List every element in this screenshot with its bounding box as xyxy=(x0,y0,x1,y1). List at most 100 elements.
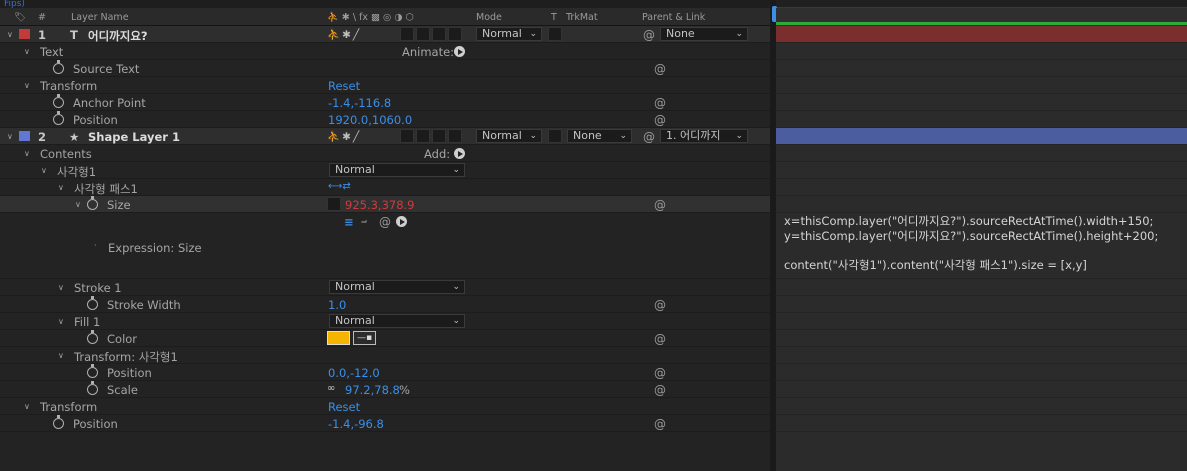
work-area-range[interactable] xyxy=(776,22,1187,25)
layer-switches-icons[interactable]: ⛹✱╱ xyxy=(327,130,361,143)
expand-twirl-icon[interactable]: ∨ xyxy=(58,317,64,326)
pickwhip-icon[interactable]: @ xyxy=(643,28,655,42)
layer-switches-icons[interactable]: ⛹✱╱ xyxy=(327,28,361,41)
expression-code[interactable]: x=thisComp.layer("어디까지요?").sourceRectAtT… xyxy=(784,214,1184,272)
switch-box[interactable] xyxy=(416,129,430,143)
expression-language-menu-icon[interactable] xyxy=(396,216,407,227)
pickwhip-icon[interactable]: @ xyxy=(654,417,666,431)
scale-value[interactable]: 97.2,78.8 xyxy=(345,383,400,397)
pickwhip-icon[interactable]: @ xyxy=(379,215,391,229)
expand-twirl-icon[interactable]: ∨ xyxy=(58,183,64,192)
expand-twirl-icon[interactable]: ∨ xyxy=(7,30,13,39)
path-direction-icons[interactable]: ⟷⇄ xyxy=(328,181,351,192)
label-color-swatch[interactable] xyxy=(19,131,30,141)
color-row[interactable]: Color —▪ @ xyxy=(0,330,770,347)
parent-dropdown[interactable]: None ⌄ xyxy=(660,27,748,41)
label-column-icon[interactable]: 🏷 xyxy=(14,12,26,23)
stroke-row[interactable]: ∨ Stroke 1 Normal ⌄ xyxy=(0,279,770,296)
position-value[interactable]: -1.4,-96.8 xyxy=(328,417,384,431)
expand-twirl-icon[interactable]: ∨ xyxy=(75,200,81,209)
eyedropper-icon[interactable]: —▪ xyxy=(353,331,376,345)
pickwhip-icon[interactable]: @ xyxy=(654,298,666,312)
position-value[interactable]: 1920.0,1060.0 xyxy=(328,113,412,127)
stopwatch-icon[interactable] xyxy=(87,330,98,346)
expand-twirl-icon[interactable]: ∨ xyxy=(24,402,30,411)
source-text-row[interactable]: Source Text @ xyxy=(0,60,770,77)
blend-mode-dropdown[interactable]: Normal ⌄ xyxy=(329,163,465,177)
position-rect-row[interactable]: Position 0.0,-12.0 @ xyxy=(0,364,770,381)
contents-row[interactable]: ∨ Contents Add: xyxy=(0,145,770,162)
animate-menu-icon[interactable] xyxy=(454,46,465,57)
pickwhip-icon[interactable]: @ xyxy=(654,366,666,380)
trkmat-box[interactable] xyxy=(548,27,562,41)
rect-path-row[interactable]: ∨ 사각형 패스1 ⟷⇄ xyxy=(0,179,770,196)
switches-column-icons[interactable]: ⛹ ✱ \ fx ▩ ◎ ◑ ⬡ xyxy=(327,12,414,23)
mode-dropdown[interactable]: Normal ⌄ xyxy=(476,129,542,143)
expand-twirl-icon[interactable]: ∨ xyxy=(24,81,30,90)
stopwatch-icon[interactable] xyxy=(87,196,98,212)
number-column[interactable]: # xyxy=(38,12,46,23)
parent-dropdown[interactable]: 1. 어디까지 ⌄ xyxy=(660,129,748,143)
rectangle-group-row[interactable]: ∨ 사각형1 Normal ⌄ xyxy=(0,162,770,179)
pickwhip-icon[interactable]: @ xyxy=(654,113,666,127)
expand-twirl-icon[interactable]: ∨ xyxy=(7,132,13,141)
blend-mode-dropdown[interactable]: Normal ⌄ xyxy=(329,280,465,294)
color-swatch[interactable] xyxy=(327,331,350,345)
expand-twirl-icon[interactable]: ∨ xyxy=(58,351,64,360)
add-menu-icon[interactable] xyxy=(454,148,465,159)
parent-link-column[interactable]: Parent & Link xyxy=(642,12,705,23)
switch-box[interactable] xyxy=(400,129,414,143)
stroke-width-row[interactable]: Stroke Width 1.0 @ xyxy=(0,296,770,313)
size-row[interactable]: ∨ Size 925.3,378.9 @ xyxy=(0,196,770,213)
stopwatch-icon[interactable] xyxy=(53,111,64,127)
mode-dropdown[interactable]: Normal ⌄ xyxy=(476,27,542,41)
reset-link[interactable]: Reset xyxy=(328,79,360,93)
transform-row-2[interactable]: ∨ Transform Reset xyxy=(0,398,770,415)
layer-2-duration-bar[interactable] xyxy=(776,128,1187,145)
switch-box[interactable] xyxy=(448,27,462,41)
scale-row[interactable]: Scale ∞ 97.2,78.8 % @ xyxy=(0,381,770,398)
layer-name-column[interactable]: Layer Name xyxy=(71,12,129,23)
size-value[interactable]: 925.3,378.9 xyxy=(345,198,415,212)
anchor-point-value[interactable]: -1.4,-116.8 xyxy=(328,96,391,110)
stopwatch-icon[interactable] xyxy=(53,60,64,76)
layer-row-1[interactable]: ∨ 1 T 어디까지요? ⛹✱╱ Normal ⌄ @ None ⌄ xyxy=(0,26,770,43)
layer-name[interactable]: 어디까지요? xyxy=(88,28,148,44)
stopwatch-icon[interactable] xyxy=(87,296,98,312)
pickwhip-icon[interactable]: @ xyxy=(654,332,666,346)
position-row-1[interactable]: Position 1920.0,1060.0 @ xyxy=(0,111,770,128)
pickwhip-icon[interactable]: @ xyxy=(654,96,666,110)
t-column[interactable]: T xyxy=(551,12,557,23)
switch-box[interactable] xyxy=(400,27,414,41)
stopwatch-icon[interactable] xyxy=(87,381,98,397)
expand-twirl-icon[interactable]: ∨ xyxy=(24,149,30,158)
trkmat-box[interactable] xyxy=(548,129,562,143)
switch-box[interactable] xyxy=(448,129,462,143)
expand-twirl-icon[interactable]: ∨ xyxy=(58,283,64,292)
reset-link[interactable]: Reset xyxy=(328,400,360,414)
switch-box[interactable] xyxy=(432,129,446,143)
mode-column[interactable]: Mode xyxy=(476,12,502,23)
fill-row[interactable]: ∨ Fill 1 Normal ⌄ xyxy=(0,313,770,330)
expand-twirl-icon[interactable]: ∨ xyxy=(24,47,30,56)
pickwhip-icon[interactable]: @ xyxy=(643,130,655,144)
transform-rect-row[interactable]: ∨ Transform: 사각형1 xyxy=(0,347,770,364)
expand-twirl-icon[interactable]: ∨ xyxy=(41,166,47,175)
anchor-point-row[interactable]: Anchor Point -1.4,-116.8 @ xyxy=(0,94,770,111)
trkmat-column[interactable]: TrkMat xyxy=(566,12,598,23)
trkmat-dropdown[interactable]: None ⌄ xyxy=(567,129,632,143)
position-row-2[interactable]: Position -1.4,-96.8 @ xyxy=(0,415,770,432)
stroke-width-value[interactable]: 1.0 xyxy=(328,298,346,312)
switch-box[interactable] xyxy=(416,27,430,41)
label-color-swatch[interactable] xyxy=(19,29,30,39)
transform-row-1[interactable]: ∨ Transform Reset xyxy=(0,77,770,94)
constrain-link-icon[interactable]: ∞ xyxy=(327,383,335,394)
text-group-row[interactable]: ∨ Text Animate: xyxy=(0,43,770,60)
pickwhip-icon[interactable]: @ xyxy=(654,62,666,76)
graph-icon[interactable]: ⨼ xyxy=(361,215,367,226)
pickwhip-icon[interactable]: @ xyxy=(654,383,666,397)
layer-1-duration-bar[interactable] xyxy=(776,26,1187,43)
switch-box[interactable] xyxy=(432,27,446,41)
pickwhip-icon[interactable]: @ xyxy=(654,198,666,212)
stopwatch-icon[interactable] xyxy=(87,364,98,380)
